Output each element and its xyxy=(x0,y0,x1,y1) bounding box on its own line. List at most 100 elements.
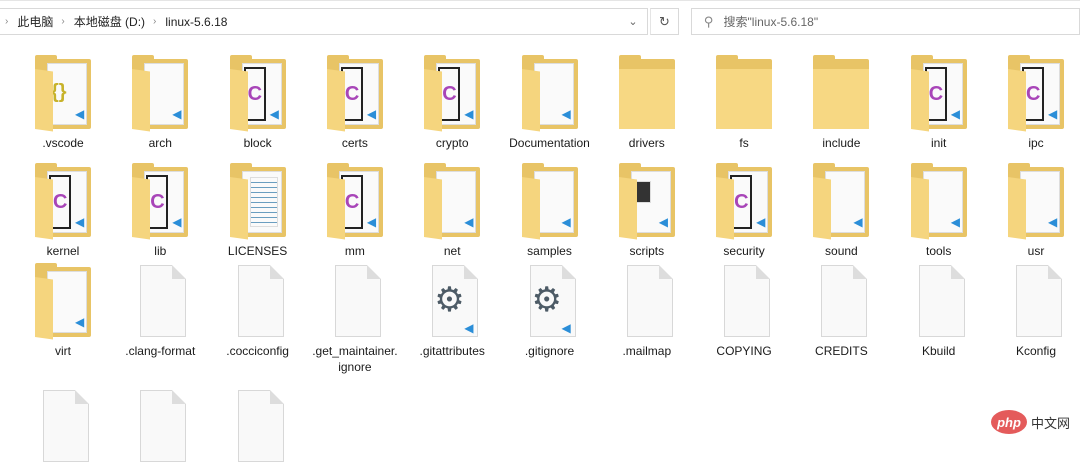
item-icon xyxy=(714,263,774,339)
item-label: CREDITS xyxy=(815,344,868,358)
refresh-button[interactable]: ↻ xyxy=(650,8,679,35)
item-icon: ◀ xyxy=(811,163,871,240)
folder-item[interactable]: C ◀ security xyxy=(696,163,792,259)
file-icon xyxy=(237,390,284,462)
item-label: net xyxy=(443,244,461,258)
chevron-down-icon[interactable]: ⌄ xyxy=(619,9,647,34)
folder-item[interactable]: LICENSES xyxy=(210,163,306,259)
item-icon xyxy=(909,263,969,339)
item-icon xyxy=(1006,263,1066,339)
item-label: init xyxy=(931,136,947,150)
item-icon: C ◀ xyxy=(228,55,288,132)
address-bar[interactable]: › 此电脑 › 本地磁盘 (D:) › linux-5.6.18 ⌄ xyxy=(0,8,648,35)
item-label: kernel xyxy=(46,244,80,258)
folder-item[interactable]: ◀ virt xyxy=(15,263,111,359)
folder-item[interactable]: include xyxy=(793,55,889,151)
folder-item[interactable]: C ◀ init xyxy=(891,55,987,151)
file-item[interactable]: .clang-format xyxy=(112,263,208,359)
folder-item[interactable]: {} ◀ .vscode xyxy=(15,55,111,151)
item-icon: ◀ xyxy=(520,55,580,132)
item-label: .cocciconfig xyxy=(226,344,289,358)
folder-item[interactable]: ◀ tools xyxy=(891,163,987,259)
folder-item[interactable]: C ◀ ipc xyxy=(988,55,1080,151)
item-label: .get_maintainer. ignore xyxy=(312,344,398,374)
item-label: fs xyxy=(739,136,749,150)
search-placeholder: 搜索"linux-5.6.18" xyxy=(723,15,819,29)
file-item[interactable]: .mailmap xyxy=(599,263,695,359)
file-item[interactable] xyxy=(15,388,111,468)
breadcrumb-linux[interactable]: linux-5.6.18 xyxy=(165,15,227,29)
file-icon xyxy=(821,265,868,337)
file-item[interactable]: CREDITS xyxy=(793,263,889,359)
folder-item[interactable]: C ◀ crypto xyxy=(404,55,500,151)
file-icon xyxy=(626,265,673,337)
item-label: LICENSES xyxy=(227,244,288,258)
folder-item[interactable]: C ◀ certs xyxy=(307,55,403,151)
item-icon xyxy=(325,263,385,339)
folder-item[interactable]: fs xyxy=(696,55,792,151)
folder-item[interactable]: ◀ net xyxy=(404,163,500,259)
folder-item[interactable]: ◀ scripts xyxy=(599,163,695,259)
folder-item[interactable]: ◀ samples xyxy=(502,163,598,259)
file-item[interactable]: ⚙ ◀ .gitignore xyxy=(502,263,598,359)
search-icon: ⚲ xyxy=(704,13,714,29)
item-label: .clang-format xyxy=(125,344,196,358)
file-item[interactable]: ⚙ ◀ .gitattributes xyxy=(404,263,500,359)
file-item[interactable]: Kconfig xyxy=(988,263,1080,359)
folder-item[interactable]: C ◀ kernel xyxy=(15,163,111,259)
file-item[interactable] xyxy=(210,388,306,468)
folder-item[interactable]: C ◀ mm xyxy=(307,163,403,259)
file-item[interactable] xyxy=(112,388,208,468)
refresh-icon: ↻ xyxy=(659,13,670,29)
item-icon xyxy=(617,263,677,339)
item-label: drivers xyxy=(628,136,665,150)
item-label: certs xyxy=(341,136,368,150)
item-icon: C ◀ xyxy=(325,163,385,240)
item-icon: C ◀ xyxy=(1006,55,1066,132)
file-icon xyxy=(918,265,965,337)
item-label: Kconfig xyxy=(1015,344,1057,358)
item-icon xyxy=(714,55,774,131)
item-icon: C ◀ xyxy=(33,163,93,240)
folder-item[interactable]: ◀ usr xyxy=(988,163,1080,259)
folder-item[interactable]: ◀ sound xyxy=(793,163,889,259)
vscode-icon: ◀ xyxy=(464,321,474,335)
item-icon: C ◀ xyxy=(422,55,482,132)
item-label: lib xyxy=(154,244,167,258)
item-label: .mailmap xyxy=(622,344,672,358)
item-label: .gitignore xyxy=(524,344,575,358)
item-label: mm xyxy=(344,244,365,258)
file-item[interactable]: Kbuild xyxy=(891,263,987,359)
breadcrumb-drive-d[interactable]: 本地磁盘 (D:) xyxy=(74,13,145,30)
item-icon: ⚙ ◀ xyxy=(520,263,580,339)
item-label: scripts xyxy=(629,244,665,258)
toolbar: › 此电脑 › 本地磁盘 (D:) › linux-5.6.18 ⌄ ↻ ⚲ 搜… xyxy=(0,0,1080,42)
item-icon: ◀ xyxy=(617,163,677,240)
item-label: Documentation xyxy=(509,136,590,150)
item-icon: C ◀ xyxy=(130,163,190,240)
file-item[interactable]: .cocciconfig xyxy=(210,263,306,359)
folder-item[interactable]: C ◀ block xyxy=(210,55,306,151)
item-label: sound xyxy=(825,244,858,258)
folder-item[interactable]: ◀ arch xyxy=(112,55,208,151)
file-icon xyxy=(140,390,187,462)
folder-item[interactable]: C ◀ lib xyxy=(112,163,208,259)
breadcrumb-this-pc[interactable]: 此电脑 xyxy=(17,13,53,30)
file-item[interactable]: .get_maintainer. ignore xyxy=(307,263,403,375)
item-label: usr xyxy=(1027,244,1045,258)
item-icon xyxy=(617,55,677,131)
file-item[interactable]: COPYING xyxy=(696,263,792,359)
item-icon xyxy=(130,388,190,464)
folder-item[interactable]: drivers xyxy=(599,55,695,151)
search-input[interactable]: ⚲ 搜索"linux-5.6.18" xyxy=(691,8,1080,35)
item-icon: ◀ xyxy=(33,263,93,340)
item-label: crypto xyxy=(435,136,469,150)
item-icon: C ◀ xyxy=(909,55,969,132)
item-icon: ◀ xyxy=(1006,163,1066,240)
folder-item[interactable]: ◀ Documentation xyxy=(502,55,598,151)
item-icon: {} ◀ xyxy=(33,55,93,132)
item-icon xyxy=(33,388,93,464)
chevron-right-icon: › xyxy=(61,16,65,27)
item-icon: ⚙ ◀ xyxy=(422,263,482,339)
file-icon xyxy=(140,265,187,337)
